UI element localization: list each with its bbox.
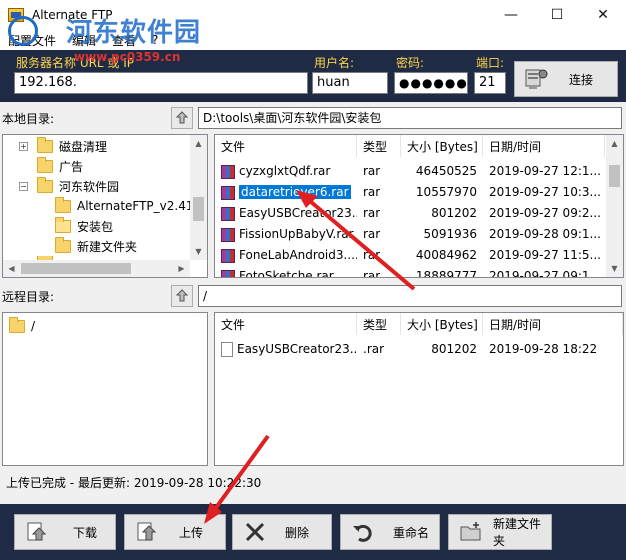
local-dir-bar: 本地目录: D:\tools\桌面\河东软件园\安装包 bbox=[0, 106, 626, 130]
new-folder-icon bbox=[459, 520, 483, 544]
local-dir-label: 本地目录: bbox=[2, 111, 55, 126]
network-computer-icon bbox=[523, 66, 549, 92]
delete-x-icon bbox=[243, 520, 267, 544]
rename-button[interactable]: 重命名 bbox=[340, 514, 440, 550]
watermark-text: 河东软件园 bbox=[66, 18, 202, 48]
rar-file-icon bbox=[221, 248, 235, 263]
col-header-file[interactable]: 文件 bbox=[215, 313, 357, 335]
password-label: 密码: bbox=[396, 56, 425, 70]
remote-dir-label: 远程目录: bbox=[2, 289, 55, 304]
local-file-list[interactable]: 文件 类型 大小 [Bytes] 日期/时间 cyzxglxtQdf.rar r… bbox=[214, 134, 624, 278]
folder-icon bbox=[37, 136, 53, 153]
watermark-logo bbox=[8, 16, 38, 46]
col-header-size[interactable]: 大小 [Bytes] bbox=[401, 135, 483, 157]
new-folder-button[interactable]: 新建文件夹 bbox=[448, 514, 552, 550]
scroll-right-icon[interactable]: ▶ bbox=[173, 260, 190, 277]
remote-path-input[interactable]: / bbox=[198, 285, 622, 307]
remote-up-folder-button[interactable] bbox=[171, 285, 193, 307]
folder-up-icon bbox=[175, 111, 189, 124]
file-icon bbox=[221, 342, 233, 357]
tree-item-root[interactable]: / bbox=[9, 316, 35, 336]
local-tree-pane[interactable]: + 磁盘清理 广告 − 河东软件园 AlternateFTP_v2.410 安装… bbox=[2, 134, 208, 278]
file-row[interactable]: FissionUpBabyV.rar rar 5091936 2019-09-2… bbox=[215, 224, 605, 245]
folder-icon bbox=[9, 316, 25, 333]
open-folder-icon bbox=[55, 216, 71, 233]
scroll-up-icon[interactable]: ▲ bbox=[190, 135, 207, 152]
remote-dir-bar: 远程目录: / bbox=[0, 284, 626, 308]
maximize-icon[interactable]: ☐ bbox=[534, 0, 580, 30]
tree-item-hedong[interactable]: 河东软件园 bbox=[37, 176, 119, 196]
folder-icon bbox=[55, 236, 71, 253]
col-header-type[interactable]: 类型 bbox=[357, 135, 401, 157]
watermark-url: www.pc0359.cn bbox=[74, 50, 181, 64]
delete-button[interactable]: 删除 bbox=[232, 514, 332, 550]
file-row[interactable]: EasyUSBCreator23... rar 801202 2019-09-2… bbox=[215, 203, 605, 224]
folder-icon bbox=[37, 156, 53, 173]
connect-label: 连接 bbox=[569, 72, 594, 87]
download-button[interactable]: 下载 bbox=[14, 514, 116, 550]
rar-file-icon bbox=[221, 164, 235, 179]
upload-button[interactable]: 上传 bbox=[124, 514, 226, 550]
tree-collapser-icon[interactable]: − bbox=[19, 182, 28, 191]
col-header-type[interactable]: 类型 bbox=[357, 313, 401, 335]
local-up-folder-button[interactable] bbox=[171, 107, 193, 129]
minimize-icon[interactable]: — bbox=[488, 0, 534, 30]
local-path-input[interactable]: D:\tools\桌面\河东软件园\安装包 bbox=[198, 107, 622, 129]
tree-expander-icon[interactable]: + bbox=[19, 142, 28, 151]
rar-file-icon bbox=[221, 269, 235, 277]
col-header-size[interactable]: 大小 [Bytes] bbox=[401, 313, 483, 335]
local-tree-hscrollbar[interactable]: ◀ ▶ bbox=[3, 260, 190, 277]
file-row-selected[interactable]: dataretriever6.rar rar 10557970 2019-09-… bbox=[215, 182, 605, 203]
password-input[interactable]: ●●●●●●● bbox=[394, 72, 468, 94]
col-header-date[interactable]: 日期/时间 bbox=[483, 135, 605, 157]
connect-button[interactable]: 连接 bbox=[514, 61, 618, 97]
port-input[interactable]: 21 bbox=[474, 72, 506, 94]
tree-item-alternateftp[interactable]: AlternateFTP_v2.410 bbox=[55, 196, 201, 216]
rar-file-icon bbox=[221, 227, 235, 242]
tree-item-install-package[interactable]: 安装包 bbox=[55, 216, 113, 236]
port-label: 端口: bbox=[476, 56, 505, 70]
folder-up-icon bbox=[175, 289, 189, 302]
bottom-toolbar: 下载 上传 删除 重命名 新建文件夹 bbox=[0, 504, 626, 560]
rename-undo-icon bbox=[351, 520, 375, 544]
user-label: 用户名: bbox=[314, 56, 355, 70]
scroll-up-icon[interactable]: ▲ bbox=[606, 135, 623, 152]
host-input[interactable]: 192.168. bbox=[14, 72, 308, 94]
close-icon[interactable]: ✕ bbox=[580, 0, 626, 30]
file-row-partial[interactable]: FotoSketche.rar rar 18889777 2019-09-27 … bbox=[215, 266, 605, 277]
remote-file-list[interactable]: 文件 类型 大小 [Bytes] 日期/时间 EasyUSBCreator23.… bbox=[214, 312, 624, 466]
tree-item-new-folder[interactable]: 新建文件夹 bbox=[55, 236, 137, 256]
status-text: 上传已完成 - 最后更新: 2019-09-28 10:22:30 bbox=[6, 476, 262, 490]
local-files-vscrollbar[interactable]: ▲ ▼ bbox=[606, 135, 623, 277]
scroll-thumb[interactable] bbox=[609, 165, 620, 187]
col-header-file[interactable]: 文件 bbox=[215, 135, 357, 157]
rar-file-icon bbox=[221, 206, 235, 221]
file-row[interactable]: FoneLabAndroid3.... rar 40084962 2019-09… bbox=[215, 245, 605, 266]
col-header-date[interactable]: 日期/时间 bbox=[483, 313, 623, 335]
tree-item-disk-cleanup[interactable]: 磁盘清理 bbox=[37, 136, 107, 156]
scroll-down-icon[interactable]: ▼ bbox=[190, 243, 207, 260]
username-input[interactable]: huan bbox=[312, 72, 388, 94]
file-row[interactable]: cyzxglxtQdf.rar rar 46450525 2019-09-27 … bbox=[215, 161, 605, 182]
folder-icon bbox=[37, 176, 53, 193]
scroll-thumb[interactable] bbox=[193, 197, 204, 221]
scroll-left-icon[interactable]: ◀ bbox=[3, 260, 20, 277]
rar-file-icon bbox=[221, 185, 235, 200]
scroll-down-icon[interactable]: ▼ bbox=[606, 260, 623, 277]
local-tree-vscrollbar[interactable]: ▲ ▼ bbox=[190, 135, 207, 260]
file-row[interactable]: EasyUSBCreator23... .rar 801202 2019-09-… bbox=[215, 339, 605, 360]
scroll-thumb[interactable] bbox=[21, 263, 131, 274]
remote-tree-pane[interactable]: / bbox=[2, 312, 208, 466]
upload-icon bbox=[135, 520, 159, 544]
folder-icon bbox=[55, 196, 71, 213]
tree-item-ads[interactable]: 广告 bbox=[37, 156, 83, 176]
download-icon bbox=[25, 520, 49, 544]
